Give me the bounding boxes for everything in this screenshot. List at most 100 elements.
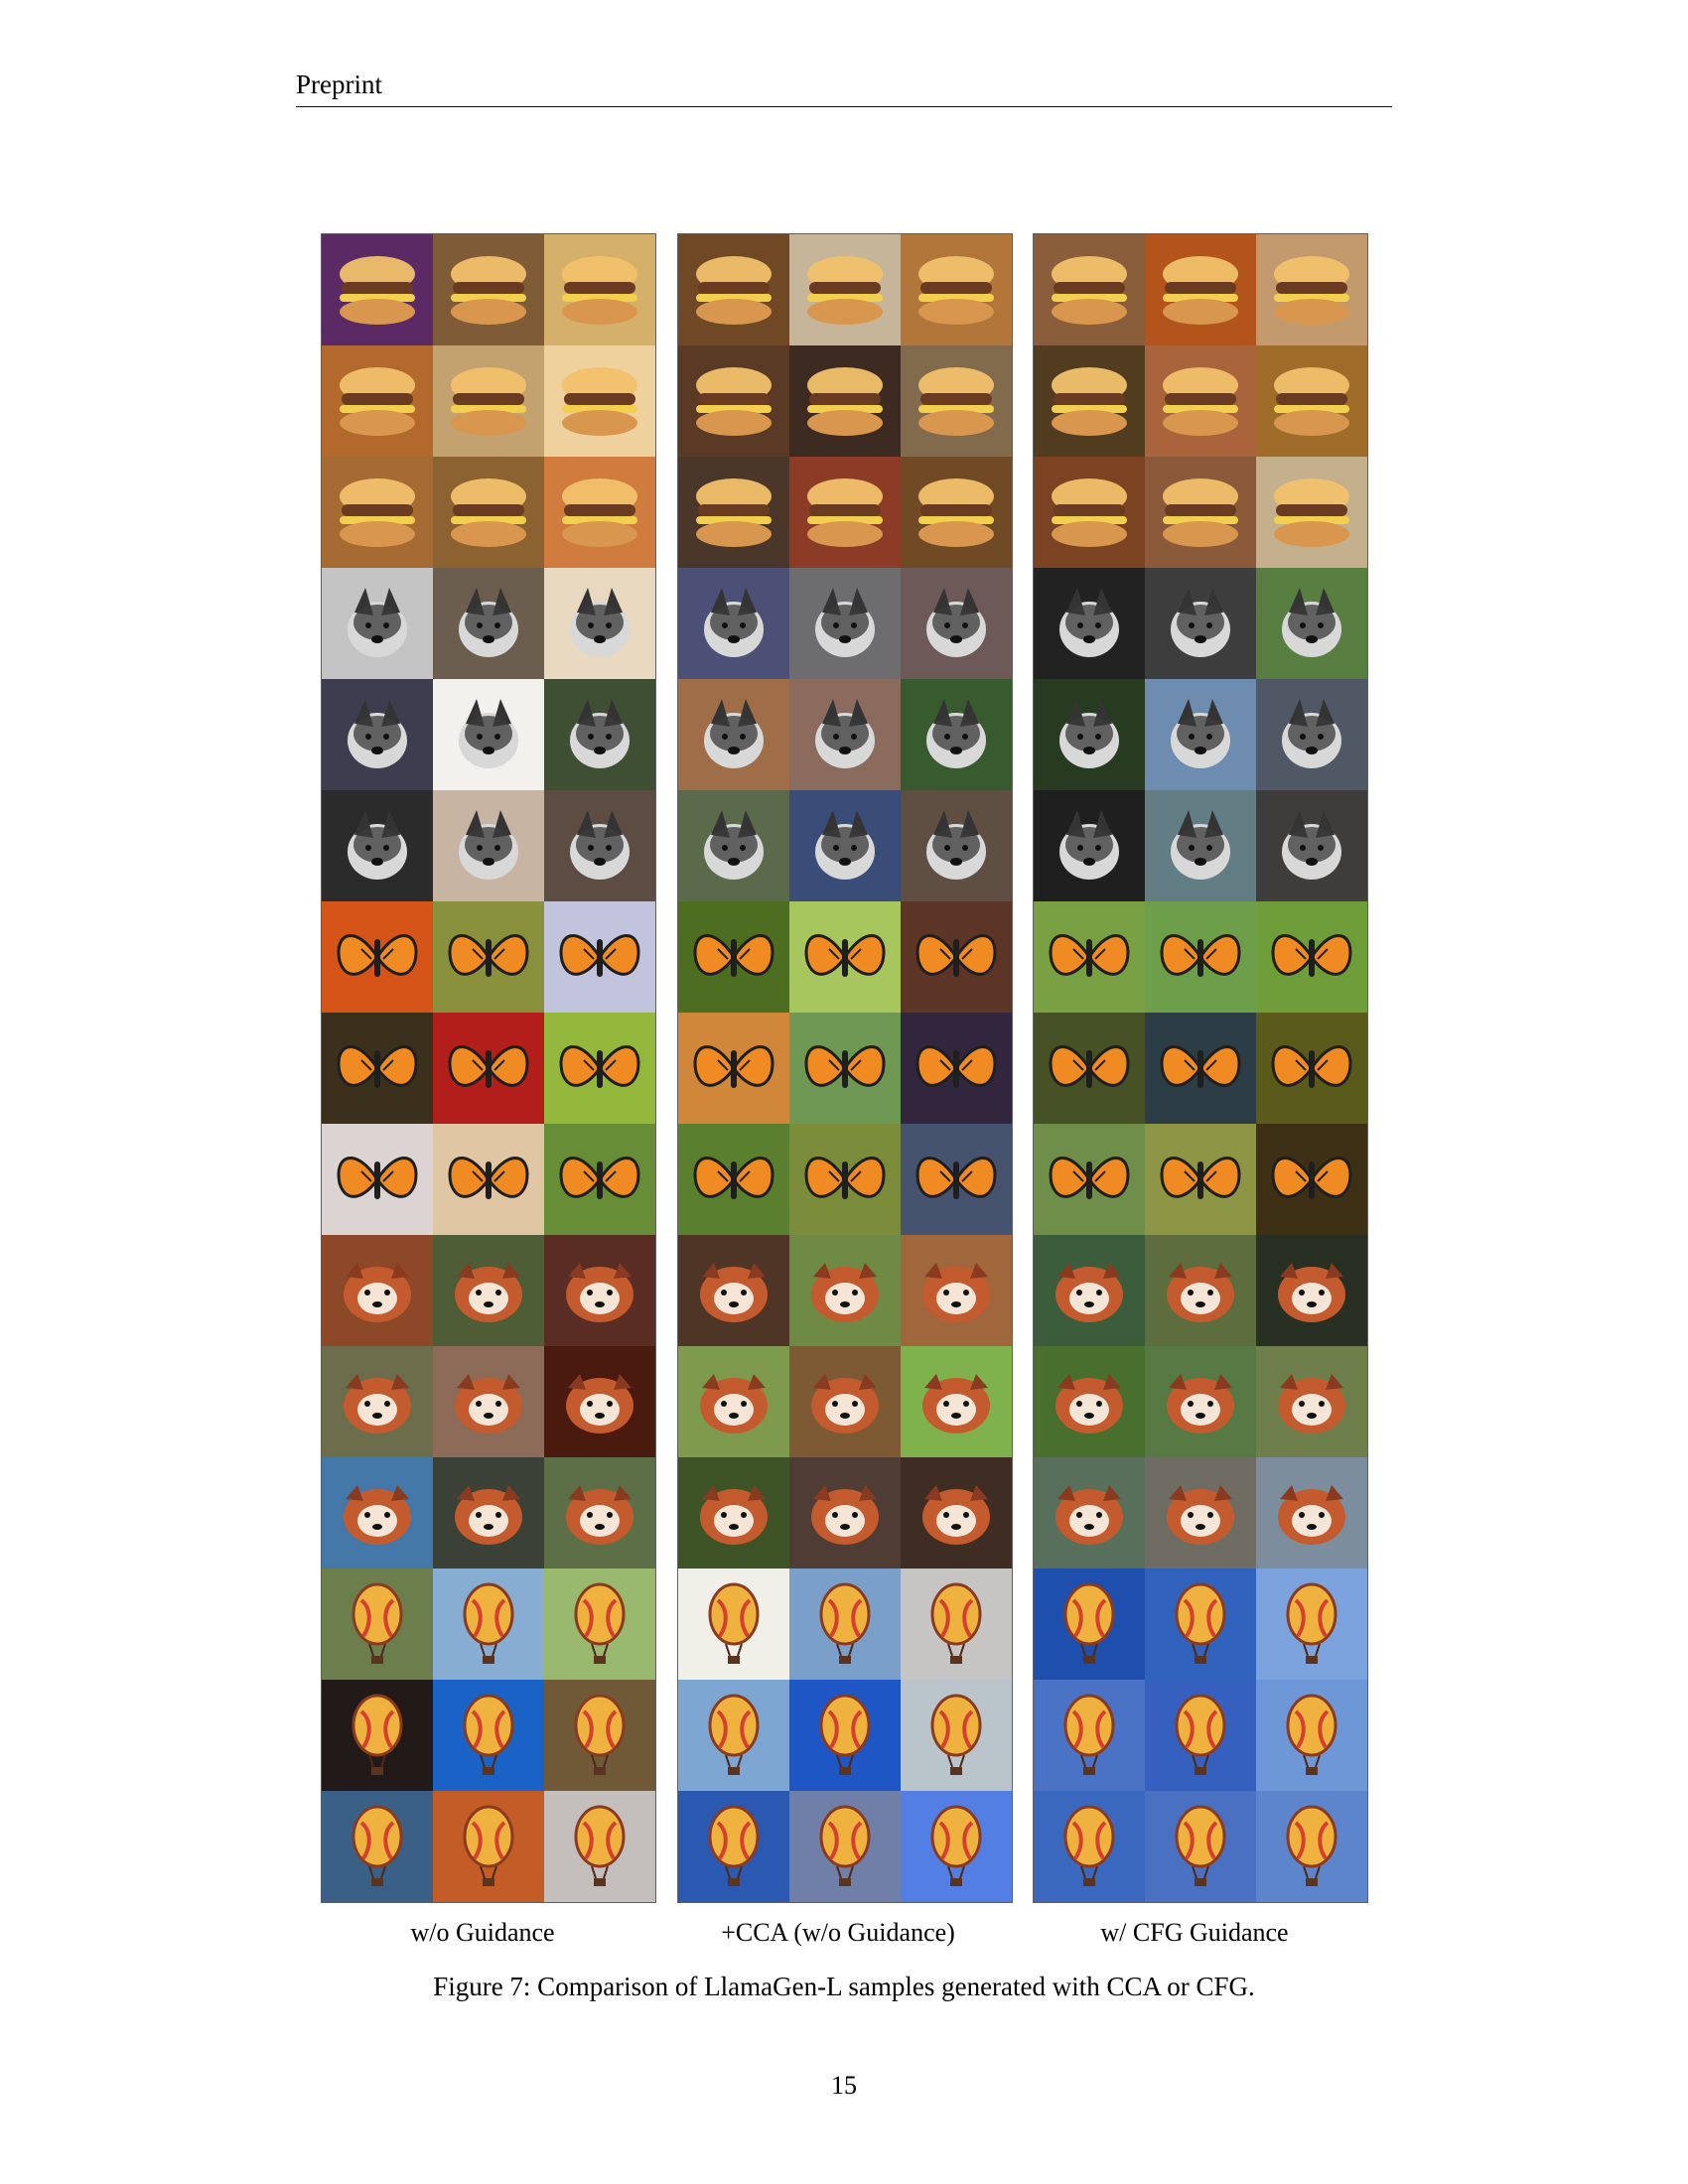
husky-sample-image [433, 679, 544, 790]
monarch-sample-image [544, 1124, 655, 1235]
monarch-sample-image [678, 901, 789, 1013]
red-panda-sample-image [1256, 1457, 1367, 1569]
figure-caption: Figure 7: Comparison of LlamaGen-L sampl… [433, 1972, 1255, 2001]
red-panda-sample-image [1256, 1235, 1367, 1346]
monarch-sample-image [789, 901, 901, 1013]
running-header: Preprint [296, 69, 382, 99]
balloon-sample-image [1034, 1569, 1145, 1680]
balloon-sample-image [678, 1680, 789, 1791]
balloon-sample-image [1034, 1791, 1145, 1902]
monarch-sample-image [1145, 1124, 1256, 1235]
monarch-sample-image [433, 1013, 544, 1124]
monarch-sample-image [678, 1124, 789, 1235]
panel-label-cca: +CCA (w/o Guidance) [721, 1918, 955, 1947]
monarch-sample-image [1034, 1124, 1145, 1235]
burger-sample-image [678, 457, 789, 568]
figure-panel-cfg [1033, 233, 1368, 1903]
burger-sample-image [322, 457, 433, 568]
burger-sample-image [678, 234, 789, 345]
monarch-sample-image [1256, 1124, 1367, 1235]
balloon-sample-image [433, 1680, 544, 1791]
red-panda-sample-image [1145, 1235, 1256, 1346]
red-panda-sample-image [901, 1346, 1012, 1457]
husky-sample-image [544, 790, 655, 901]
balloon-sample-image [433, 1569, 544, 1680]
page-number: 15 [831, 2071, 857, 2100]
burger-sample-image [1145, 234, 1256, 345]
red-panda-sample-image [1256, 1346, 1367, 1457]
husky-sample-image [1145, 568, 1256, 679]
husky-sample-image [1034, 679, 1145, 790]
balloon-sample-image [1145, 1569, 1256, 1680]
burger-sample-image [1256, 457, 1367, 568]
red-panda-sample-image [1145, 1457, 1256, 1569]
balloon-sample-image [1256, 1680, 1367, 1791]
balloon-sample-image [544, 1680, 655, 1791]
red-panda-sample-image [678, 1457, 789, 1569]
monarch-sample-image [789, 1013, 901, 1124]
husky-sample-image [433, 568, 544, 679]
husky-sample-image [322, 679, 433, 790]
balloon-sample-image [678, 1569, 789, 1680]
husky-sample-image [901, 679, 1012, 790]
husky-sample-image [678, 568, 789, 679]
red-panda-sample-image [322, 1235, 433, 1346]
balloon-sample-image [544, 1569, 655, 1680]
burger-sample-image [901, 457, 1012, 568]
red-panda-sample-image [433, 1457, 544, 1569]
monarch-sample-image [901, 1124, 1012, 1235]
red-panda-sample-image [544, 1346, 655, 1457]
monarch-sample-image [322, 1124, 433, 1235]
monarch-sample-image [1145, 1013, 1256, 1124]
husky-sample-image [1034, 790, 1145, 901]
balloon-sample-image [1145, 1791, 1256, 1902]
burger-sample-image [433, 345, 544, 457]
husky-sample-image [1256, 568, 1367, 679]
balloon-sample-image [901, 1791, 1012, 1902]
red-panda-sample-image [1034, 1457, 1145, 1569]
burger-sample-image [1145, 457, 1256, 568]
burger-sample-image [1034, 457, 1145, 568]
red-panda-sample-image [789, 1235, 901, 1346]
monarch-sample-image [433, 901, 544, 1013]
monarch-sample-image [1256, 1013, 1367, 1124]
burger-sample-image [789, 234, 901, 345]
red-panda-sample-image [433, 1346, 544, 1457]
red-panda-sample-image [1034, 1346, 1145, 1457]
burger-sample-image [901, 234, 1012, 345]
figure-panel-cca [677, 233, 1013, 1903]
monarch-sample-image [433, 1124, 544, 1235]
red-panda-sample-image [322, 1346, 433, 1457]
burger-sample-image [678, 345, 789, 457]
balloon-sample-image [433, 1791, 544, 1902]
balloon-sample-image [1256, 1569, 1367, 1680]
balloon-sample-image [1034, 1680, 1145, 1791]
husky-sample-image [789, 568, 901, 679]
burger-sample-image [544, 234, 655, 345]
burger-sample-image [789, 457, 901, 568]
husky-sample-image [1256, 679, 1367, 790]
burger-sample-image [1145, 345, 1256, 457]
balloon-sample-image [789, 1569, 901, 1680]
burger-sample-image [433, 234, 544, 345]
husky-sample-image [901, 568, 1012, 679]
husky-sample-image [433, 790, 544, 901]
burger-sample-image [789, 345, 901, 457]
balloon-sample-image [678, 1791, 789, 1902]
balloon-sample-image [322, 1680, 433, 1791]
red-panda-sample-image [1145, 1346, 1256, 1457]
burger-sample-image [1256, 345, 1367, 457]
husky-sample-image [544, 679, 655, 790]
balloon-sample-image [789, 1680, 901, 1791]
monarch-sample-image [1034, 1013, 1145, 1124]
monarch-sample-image [901, 1013, 1012, 1124]
red-panda-sample-image [901, 1235, 1012, 1346]
monarch-sample-image [1145, 901, 1256, 1013]
red-panda-sample-image [322, 1457, 433, 1569]
monarch-sample-image [789, 1124, 901, 1235]
panel-label-cfg: w/ CFG Guidance [1100, 1918, 1289, 1947]
monarch-sample-image [1034, 901, 1145, 1013]
husky-sample-image [1145, 790, 1256, 901]
monarch-sample-image [678, 1013, 789, 1124]
husky-sample-image [322, 790, 433, 901]
